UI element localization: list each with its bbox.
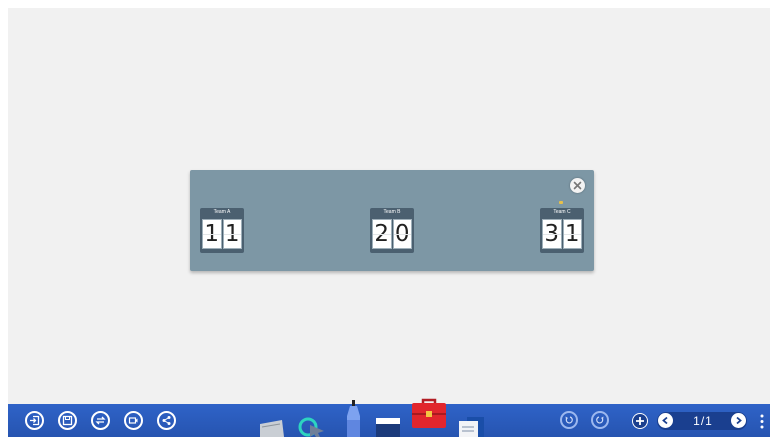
page-indicator: 1/1 bbox=[693, 414, 713, 428]
team-c-score[interactable]: Team C 3 1 bbox=[540, 208, 584, 253]
toolbox-icon[interactable] bbox=[410, 398, 448, 430]
score-digit[interactable]: 1 bbox=[222, 219, 242, 249]
save-icon[interactable] bbox=[58, 411, 77, 430]
score-digit[interactable]: 3 bbox=[542, 219, 562, 249]
undo-icon[interactable] bbox=[560, 411, 578, 429]
select-icon[interactable] bbox=[298, 415, 328, 437]
ruler-icon[interactable] bbox=[258, 418, 286, 437]
team-name: Team A bbox=[213, 209, 231, 215]
score-digit[interactable]: 0 bbox=[392, 219, 412, 249]
drag-handle-dot bbox=[559, 201, 563, 204]
next-page-icon[interactable] bbox=[731, 413, 746, 428]
score-digit[interactable]: 2 bbox=[372, 219, 392, 249]
prev-page-icon[interactable] bbox=[658, 413, 673, 428]
add-page-icon[interactable] bbox=[632, 413, 648, 429]
exit-icon[interactable] bbox=[25, 411, 44, 430]
share-icon[interactable] bbox=[157, 411, 176, 430]
team-a-score[interactable]: Team A 1 1 bbox=[200, 208, 244, 253]
more-icon[interactable] bbox=[758, 413, 766, 430]
switch-icon[interactable] bbox=[91, 411, 110, 430]
score-digit[interactable]: 1 bbox=[202, 219, 222, 249]
score-digit[interactable]: 1 bbox=[562, 219, 582, 249]
team-name: Team B bbox=[383, 209, 401, 215]
eraser-icon[interactable] bbox=[376, 418, 400, 437]
redo-icon[interactable] bbox=[591, 411, 609, 429]
team-name: Team C bbox=[553, 209, 571, 215]
record-icon[interactable] bbox=[124, 411, 143, 430]
team-b-score[interactable]: Team B 2 0 bbox=[370, 208, 414, 253]
close-icon[interactable] bbox=[570, 178, 585, 193]
pen-icon[interactable] bbox=[342, 400, 364, 437]
documents-icon[interactable] bbox=[458, 417, 486, 437]
